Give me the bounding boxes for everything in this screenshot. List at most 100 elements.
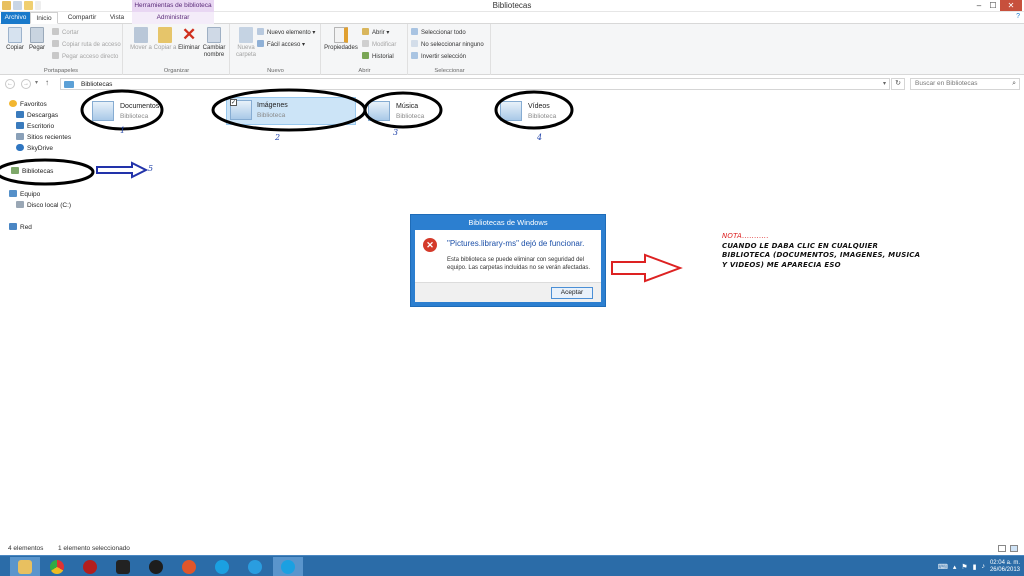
new-group: Nueva carpeta Nuevo elemento ▾ Fácil acc…	[231, 24, 321, 75]
recent-places-icon	[16, 133, 24, 140]
nav-computer[interactable]: Equipo	[9, 190, 40, 199]
nav-skydrive[interactable]: SkyDrive	[16, 144, 53, 153]
taskbar: ⌨ ▴ ⚑ ▮ ♪ 02:04 a. m. 26/06/2013	[0, 555, 1024, 576]
select-none-button[interactable]: No seleccionar ninguno	[411, 40, 484, 50]
copy-to-button[interactable]: Copiar a	[152, 27, 178, 52]
taskbar-chrome[interactable]	[42, 557, 72, 576]
paste-button[interactable]: Pegar	[24, 27, 50, 52]
new-folder-label: Nueva carpeta	[235, 45, 256, 58]
large-icons-view-icon[interactable]	[1010, 545, 1018, 552]
history-button[interactable]: Historial	[362, 52, 394, 62]
minimize-button[interactable]: –	[972, 0, 986, 11]
select-all-button[interactable]: Seleccionar todo	[411, 28, 466, 38]
tab-view[interactable]: Vista	[104, 12, 130, 24]
address-path[interactable]: Bibliotecas	[81, 79, 112, 90]
annotation-note: NOTA........... CUANDO LE DABA CLIC EN C…	[722, 232, 922, 270]
copy-path-button[interactable]: Copiar ruta de acceso	[52, 40, 121, 50]
easy-access-label: Fácil acceso	[267, 42, 301, 48]
back-button[interactable]: ←	[5, 79, 15, 89]
volume-icon[interactable]: ♪	[981, 563, 985, 570]
new-item-button[interactable]: Nuevo elemento ▾	[257, 28, 315, 38]
clock[interactable]: 02:04 a. m. 26/06/2013	[990, 560, 1020, 574]
help-icon[interactable]: ?	[1016, 13, 1020, 20]
nav-downloads[interactable]: Descargas	[16, 111, 58, 120]
organize-group-label: Organizar	[163, 68, 190, 74]
tab-home[interactable]: Inicio	[30, 12, 58, 24]
error-icon: ✕	[423, 238, 437, 252]
forward-button[interactable]: →	[21, 79, 31, 89]
rename-icon	[207, 27, 221, 43]
paste-icon	[30, 27, 44, 43]
library-pictures[interactable]: ✓ Imágenes Biblioteca	[226, 97, 356, 125]
taskbar-app-dark[interactable]	[108, 557, 138, 576]
library-type: Biblioteca	[120, 113, 149, 120]
nav-desktop-label: Escritorio	[27, 123, 55, 130]
nav-desktop[interactable]: Escritorio	[16, 122, 54, 131]
scissors-icon	[52, 28, 59, 35]
navigation-pane: Favoritos Descargas Escritorio Sitios re…	[0, 94, 88, 534]
easy-access-icon	[257, 40, 264, 47]
tab-share[interactable]: Compartir	[62, 12, 102, 24]
chevron-up-icon[interactable]: ▴	[953, 563, 957, 571]
ribbon: Copiar Pegar Cortar Copiar ruta de acces…	[0, 24, 1024, 75]
tab-manage[interactable]: Administrar	[132, 12, 214, 24]
library-type: Biblioteca	[257, 112, 286, 119]
nav-recent[interactable]: Sitios recientes	[16, 133, 71, 142]
close-button[interactable]: ✕	[1000, 0, 1022, 11]
annotation-number: 3	[393, 128, 399, 137]
library-music[interactable]: Música Biblioteca	[368, 99, 434, 129]
libraries-icon	[11, 167, 19, 174]
easy-access-button[interactable]: Fácil acceso ▾	[257, 40, 305, 50]
ok-button[interactable]: Aceptar	[551, 287, 593, 299]
taskbar-app-red[interactable]	[75, 557, 105, 576]
nav-local-disk[interactable]: Disco local (C:)	[16, 201, 71, 210]
open-label: Abrir	[372, 30, 385, 36]
address-bar[interactable]: Bibliotecas ▾	[60, 78, 890, 90]
nav-favorites[interactable]: Favoritos	[9, 100, 47, 109]
taskbar-unity[interactable]	[141, 557, 171, 576]
skydrive-cloud-icon	[16, 144, 24, 151]
delete-button[interactable]: ✕ Eliminar	[176, 26, 202, 52]
invert-selection-button[interactable]: Invertir selección	[411, 52, 466, 62]
tab-file[interactable]: Archivo	[1, 12, 30, 24]
search-icon[interactable]: ⌕	[1012, 79, 1016, 89]
selection-count: 1 elemento seleccionado	[58, 545, 130, 552]
taskbar-ie[interactable]	[240, 557, 270, 576]
rename-label: Cambiar nombre	[202, 45, 226, 58]
up-arrow-icon[interactable]: ↑	[45, 78, 49, 87]
refresh-button[interactable]: ↻	[891, 78, 905, 90]
annotation-number: 1	[120, 126, 126, 135]
new-folder-button[interactable]: Nueva carpeta	[233, 27, 259, 59]
maximize-button[interactable]: ☐	[986, 0, 1000, 11]
properties-button[interactable]: Propiedades	[324, 27, 358, 52]
taskbar-firefox[interactable]	[174, 557, 204, 576]
taskbar-explorer[interactable]	[10, 557, 40, 576]
open-button[interactable]: Abrir ▾	[362, 28, 389, 38]
paste-shortcut-button[interactable]: Pegar acceso directo	[52, 52, 118, 62]
checkbox-icon[interactable]: ✓	[230, 99, 237, 106]
library-name: Imágenes	[257, 102, 288, 109]
copy-label: Copiar	[6, 45, 24, 51]
rename-button[interactable]: Cambiar nombre	[201, 27, 227, 59]
documents-library-icon	[92, 101, 114, 121]
cut-button[interactable]: Cortar	[52, 28, 79, 38]
properties-label: Propiedades	[324, 45, 358, 51]
chevron-down-icon[interactable]: ▾	[883, 79, 886, 90]
taskbar-skype-2[interactable]	[273, 557, 303, 576]
select-all-icon	[411, 28, 418, 35]
details-view-icon[interactable]	[998, 545, 1006, 552]
drive-icon	[16, 201, 24, 208]
network-icon[interactable]: ▮	[973, 563, 977, 571]
library-videos[interactable]: Vídeos Biblioteca	[500, 99, 566, 129]
keyboard-icon[interactable]: ⌨	[938, 563, 948, 571]
search-input[interactable]: Buscar en Bibliotecas ⌕	[910, 78, 1020, 90]
move-to-button[interactable]: Mover a	[128, 27, 154, 52]
annotation-number: 2	[275, 133, 281, 142]
flag-icon[interactable]: ⚑	[961, 563, 967, 571]
nav-libraries[interactable]: Bibliotecas	[11, 167, 53, 176]
nav-network[interactable]: Red	[9, 223, 32, 232]
taskbar-skype-1[interactable]	[207, 557, 237, 576]
recent-locations-icon[interactable]: ▾	[35, 79, 38, 86]
library-documents[interactable]: Documentos Biblioteca	[92, 99, 162, 129]
edit-button[interactable]: Modificar	[362, 40, 396, 50]
